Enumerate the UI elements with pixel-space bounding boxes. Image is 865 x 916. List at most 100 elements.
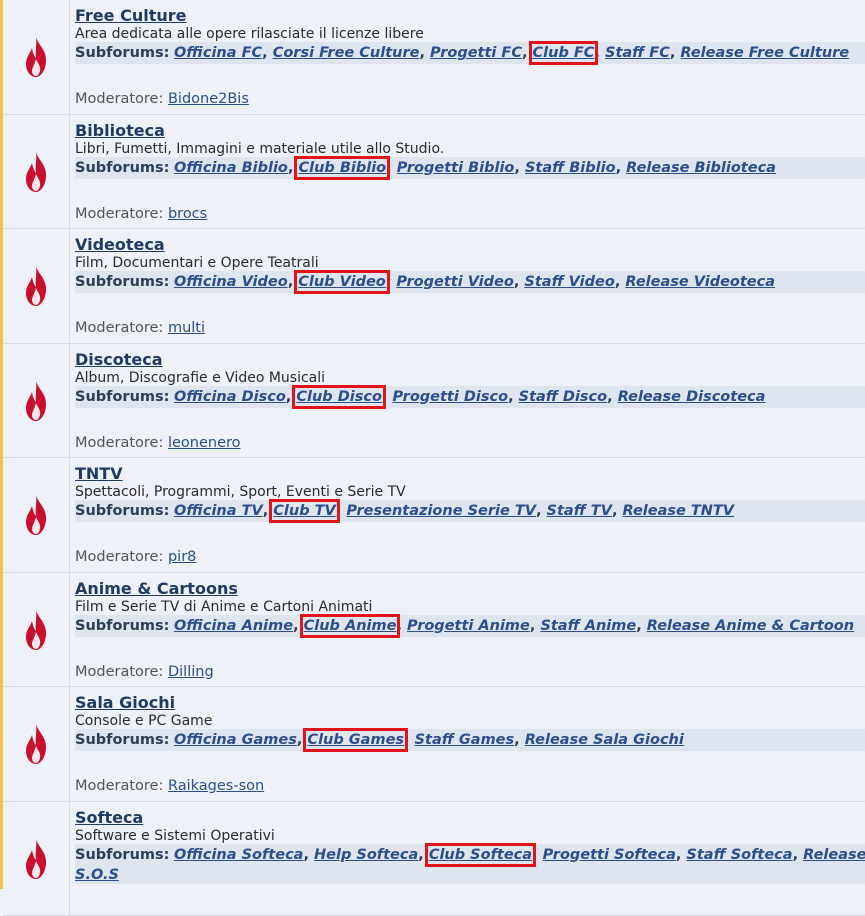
forum-icon-cell bbox=[3, 0, 70, 114]
separator: , bbox=[386, 274, 397, 290]
subforum-link[interactable]: Progetti Softeca bbox=[543, 847, 676, 863]
separator: , bbox=[607, 389, 618, 405]
subforum-link[interactable]: Staff Games bbox=[415, 732, 515, 748]
separator: , bbox=[263, 503, 274, 519]
forum-title-link[interactable]: Softeca bbox=[75, 808, 143, 828]
separator: , bbox=[616, 160, 627, 176]
forum-title-link[interactable]: Anime & Cartoons bbox=[75, 579, 238, 599]
forum-icon-cell bbox=[3, 344, 70, 458]
subforums-line: Subforums: Officina Disco, Club Disco, P… bbox=[75, 386, 865, 408]
subforum-link-highlighted[interactable]: Club Anime bbox=[304, 618, 397, 634]
subforum-link[interactable]: Staff Softeca bbox=[686, 847, 792, 863]
subforum-link-highlighted[interactable]: Club FC bbox=[533, 45, 595, 61]
forum-description: Spettacoli, Programmi, Sport, Eventi e S… bbox=[75, 483, 865, 501]
subforum-link[interactable]: Release Discoteca bbox=[618, 389, 766, 405]
subforum-link[interactable]: Progetti Disco bbox=[392, 389, 508, 405]
forum-title-link[interactable]: Videoteca bbox=[75, 235, 165, 255]
subforum-link[interactable]: Staff Biblio bbox=[525, 160, 616, 176]
forum-title-link[interactable]: Biblioteca bbox=[75, 121, 165, 141]
subforum-link[interactable]: Corsi Free Culture bbox=[273, 45, 420, 61]
subforum-link[interactable]: Officina Video bbox=[174, 274, 288, 290]
forum-row: BibliotecaLibri, Fumetti, Immagini e mat… bbox=[3, 115, 865, 230]
forum-title-link[interactable]: Free Culture bbox=[75, 6, 186, 26]
subforum-link[interactable]: Officina Biblio bbox=[174, 160, 288, 176]
subforum-link[interactable]: Release Free Culture bbox=[680, 45, 849, 61]
subforum-link-highlighted[interactable]: Club Video bbox=[298, 274, 385, 290]
moderator-label: Moderatore: bbox=[75, 206, 163, 222]
subforum-link[interactable]: Staff FC bbox=[605, 45, 670, 61]
forum-title-link[interactable]: Sala Giochi bbox=[75, 693, 175, 713]
forum-icon-cell bbox=[3, 687, 70, 801]
forum-title-link[interactable]: Discoteca bbox=[75, 350, 163, 370]
separator: , bbox=[532, 847, 543, 863]
subforums-label: Subforums: bbox=[75, 160, 169, 176]
subforum-link[interactable]: Officina Anime bbox=[174, 618, 293, 634]
subforum-link[interactable]: Presentazione Serie TV bbox=[346, 503, 536, 519]
flame-icon bbox=[23, 151, 49, 193]
subforum-link[interactable]: Release Anime & Cartoon bbox=[647, 618, 854, 634]
subforum-link[interactable]: Release TNTV bbox=[623, 503, 735, 519]
moderator-label: Moderatore: bbox=[75, 778, 163, 794]
moderator-line: Moderatore: leonenero bbox=[75, 434, 241, 452]
forum-title-link[interactable]: TNTV bbox=[75, 464, 123, 484]
subforum-link[interactable]: Officina TV bbox=[174, 503, 263, 519]
separator: , bbox=[793, 847, 804, 863]
subforum-link-highlighted[interactable]: Club Softeca bbox=[429, 847, 532, 863]
subforum-link[interactable]: Release Videoteca bbox=[625, 274, 775, 290]
moderator-link[interactable]: leonenero bbox=[168, 435, 241, 451]
moderator-line: Moderatore: Dilling bbox=[75, 663, 214, 681]
subforum-link-highlighted[interactable]: Club Games bbox=[307, 732, 404, 748]
subforum-link-highlighted[interactable]: Club TV bbox=[273, 503, 335, 519]
subforum-link[interactable]: Staff Anime bbox=[540, 618, 636, 634]
forum-description: Software e Sistemi Operativi bbox=[75, 827, 865, 845]
moderator-link[interactable]: pir8 bbox=[168, 549, 196, 565]
forum-row: VideotecaFilm, Documentari e Opere Teatr… bbox=[3, 229, 865, 344]
subforum-link[interactable]: Officina FC bbox=[174, 45, 262, 61]
subforum-link[interactable]: Progetti Video bbox=[396, 274, 514, 290]
subforum-link[interactable]: Officina Softeca bbox=[174, 847, 303, 863]
flame-icon bbox=[23, 838, 49, 880]
subforum-link[interactable]: Release Biblioteca bbox=[626, 160, 776, 176]
forum-content: VideotecaFilm, Documentari e Opere Teatr… bbox=[75, 235, 865, 293]
moderator-link[interactable]: Dilling bbox=[168, 664, 214, 680]
subforums-line: Subforums: Officina Games, Club Games, S… bbox=[75, 729, 865, 751]
separator: , bbox=[522, 45, 533, 61]
subforum-link[interactable]: Release bbox=[803, 847, 865, 863]
subforum-link-highlighted[interactable]: Club Disco bbox=[296, 389, 382, 405]
separator: , bbox=[297, 732, 308, 748]
subforum-link[interactable]: S.O.S bbox=[75, 866, 865, 884]
separator: , bbox=[670, 45, 681, 61]
subforum-link[interactable]: Progetti Anime bbox=[407, 618, 530, 634]
subforum-link[interactable]: Release Sala Giochi bbox=[525, 732, 684, 748]
subforum-link[interactable]: Officina Games bbox=[174, 732, 297, 748]
separator: , bbox=[288, 160, 299, 176]
subforum-link[interactable]: Officina Disco bbox=[174, 389, 286, 405]
moderator-link[interactable]: brocs bbox=[168, 206, 207, 222]
forum-content: BibliotecaLibri, Fumetti, Immagini e mat… bbox=[75, 121, 865, 179]
forum-content: DiscotecaAlbum, Discografie e Video Musi… bbox=[75, 350, 865, 408]
separator: , bbox=[404, 732, 415, 748]
moderator-link[interactable]: multi bbox=[168, 320, 205, 336]
forum-content: TNTVSpettacoli, Programmi, Sport, Eventi… bbox=[75, 464, 865, 522]
flame-icon bbox=[23, 380, 49, 422]
subforum-link[interactable]: Help Softeca bbox=[314, 847, 418, 863]
moderator-line: Moderatore: Bidone2Bis bbox=[75, 90, 249, 108]
separator: , bbox=[676, 847, 687, 863]
moderator-line: Moderatore: brocs bbox=[75, 205, 207, 223]
subforum-link[interactable]: Staff TV bbox=[547, 503, 612, 519]
forum-description: Libri, Fumetti, Immagini e materiale uti… bbox=[75, 140, 865, 158]
subforum-link[interactable]: Staff Video bbox=[524, 274, 614, 290]
moderator-link[interactable]: Bidone2Bis bbox=[168, 91, 249, 107]
flame-icon bbox=[23, 36, 49, 78]
subforum-link[interactable]: Staff Disco bbox=[519, 389, 607, 405]
forum-content: Sala GiochiConsole e PC GameSubforums: O… bbox=[75, 693, 865, 751]
subforum-link[interactable]: Progetti FC bbox=[430, 45, 522, 61]
subforums-label: Subforums: bbox=[75, 847, 169, 863]
separator: , bbox=[418, 847, 429, 863]
moderator-label: Moderatore: bbox=[75, 664, 163, 680]
subforum-link-highlighted[interactable]: Club Biblio bbox=[298, 160, 386, 176]
separator: , bbox=[514, 732, 525, 748]
separator: , bbox=[636, 618, 647, 634]
subforum-link[interactable]: Progetti Biblio bbox=[397, 160, 515, 176]
moderator-link[interactable]: Raikages-son bbox=[168, 778, 264, 794]
